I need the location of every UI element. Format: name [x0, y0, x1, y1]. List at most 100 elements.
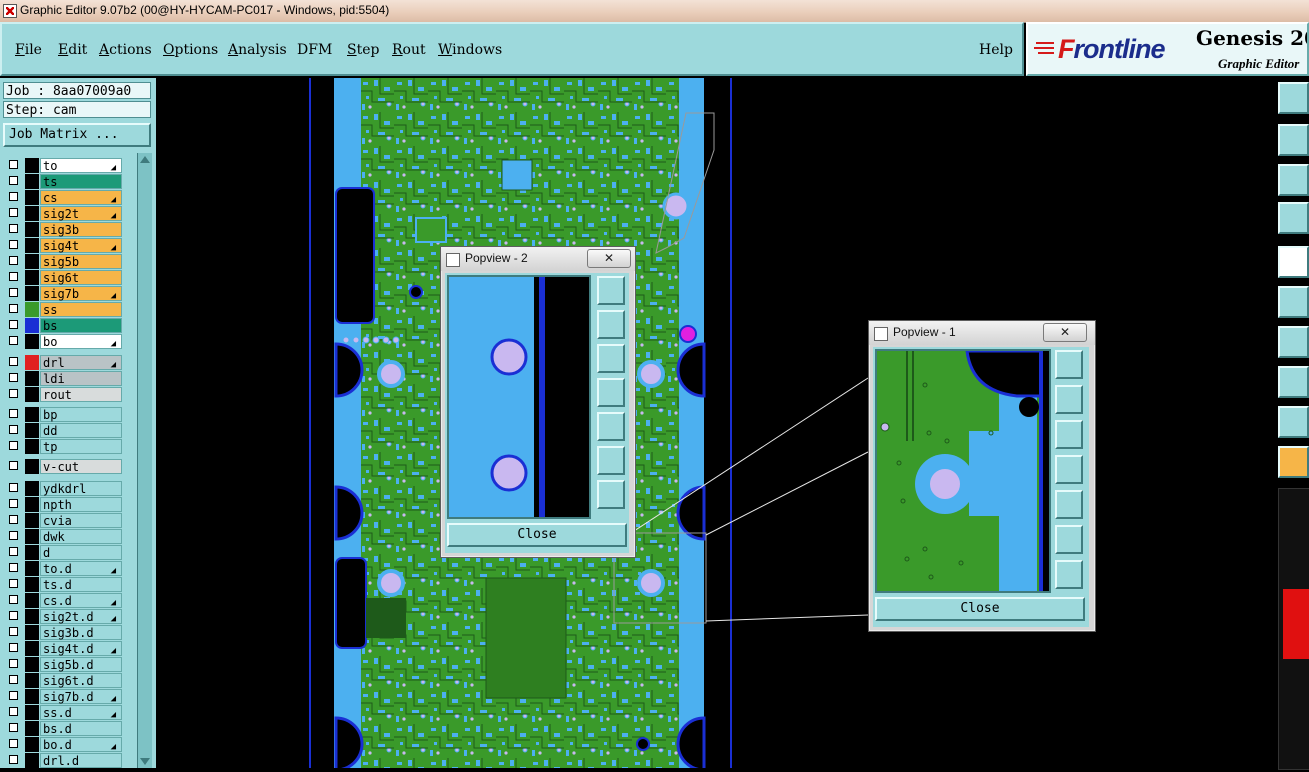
layer-checkbox[interactable] — [9, 357, 18, 366]
layer-checkbox[interactable] — [9, 208, 18, 217]
layer-row-dwk[interactable]: dwk — [4, 529, 126, 544]
menu-file[interactable]: File — [15, 42, 42, 58]
layer-row-sig5b.d[interactable]: sig5b.d — [4, 657, 126, 672]
popview-1-pan-down-icon[interactable] — [1055, 420, 1083, 449]
popview-1-zoom-in-icon[interactable] — [1055, 525, 1083, 554]
layer-checkbox[interactable] — [9, 256, 18, 265]
popview-2-pan-up-icon[interactable] — [597, 310, 625, 339]
layer-checkbox[interactable] — [9, 547, 18, 556]
popview-1-pan-up-icon[interactable] — [1055, 385, 1083, 414]
layer-row-ss[interactable]: ss — [4, 302, 126, 317]
layer-checkbox[interactable] — [9, 627, 18, 636]
feature-icon[interactable] — [1278, 366, 1309, 398]
copy-icon[interactable] — [1278, 124, 1309, 156]
layer-checkbox[interactable] — [9, 288, 18, 297]
layer-checkbox[interactable] — [9, 320, 18, 329]
layer-list-scrollbar[interactable] — [137, 153, 152, 768]
menu-dfm[interactable]: DFM — [297, 42, 332, 58]
layer-row-sig7b[interactable]: sig7b ◢ — [4, 286, 126, 301]
layer-checkbox[interactable] — [9, 461, 18, 470]
popview-2-pan-down-icon[interactable] — [597, 344, 625, 373]
layer-row-cs[interactable]: cs ◢ — [4, 190, 126, 205]
popview-1-zoom-fit-icon[interactable] — [1055, 350, 1083, 379]
menu-rout[interactable]: Rout — [392, 42, 426, 58]
resize-icon[interactable] — [1278, 164, 1309, 196]
popview-2-viewport[interactable] — [447, 275, 591, 519]
menu-edit[interactable]: Edit — [58, 42, 87, 58]
layer-checkbox[interactable] — [9, 499, 18, 508]
layer-checkbox[interactable] — [9, 707, 18, 716]
layer-row-bs.d[interactable]: bs.d — [4, 721, 126, 736]
layer-row-ts.d[interactable]: ts.d — [4, 577, 126, 592]
layer-row-npth[interactable]: npth — [4, 497, 126, 512]
layer-checkbox[interactable] — [9, 441, 18, 450]
mini-map[interactable] — [1278, 488, 1309, 770]
layer-row-sig6t[interactable]: sig6t — [4, 270, 126, 285]
layer-checkbox[interactable] — [9, 272, 18, 281]
layer-checkbox[interactable] — [9, 595, 18, 604]
popview-1-zoom-out-icon[interactable] — [1055, 560, 1083, 589]
layer-checkbox[interactable] — [9, 373, 18, 382]
layer-checkbox[interactable] — [9, 224, 18, 233]
job-matrix-button[interactable]: Job Matrix ... — [3, 123, 151, 147]
layer-checkbox[interactable] — [9, 176, 18, 185]
layer-checkbox[interactable] — [9, 531, 18, 540]
layer-row-sig6t.d[interactable]: sig6t.d — [4, 673, 126, 688]
layer-checkbox[interactable] — [9, 336, 18, 345]
layer-row-sig4t.d[interactable]: sig4t.d ◢ — [4, 641, 126, 656]
layer-row-sig3b[interactable]: sig3b — [4, 222, 126, 237]
layer-row-bo.d[interactable]: bo.d ◢ — [4, 737, 126, 752]
scroll-down-icon[interactable] — [140, 758, 150, 765]
popview-1-titlebar[interactable]: Popview - 1 ✕ — [869, 321, 1095, 345]
menu-actions[interactable]: Actions — [99, 42, 152, 58]
popview-1-viewport[interactable] — [875, 349, 1051, 593]
popview-1-pan-right-icon[interactable] — [1055, 490, 1083, 519]
layer-row-cvia[interactable]: cvia — [4, 513, 126, 528]
popview-1-pan-left-icon[interactable] — [1055, 455, 1083, 484]
popview-1-close-button[interactable]: Close — [875, 597, 1085, 621]
layer-checkbox[interactable] — [9, 515, 18, 524]
layer-row-sig5b[interactable]: sig5b — [4, 254, 126, 269]
layer-row-d[interactable]: d — [4, 545, 126, 560]
layer-checkbox[interactable] — [9, 643, 18, 652]
layer-checkbox[interactable] — [9, 389, 18, 398]
layer-row-rout[interactable]: rout — [4, 387, 126, 402]
layer-row-bp[interactable]: bp — [4, 407, 126, 422]
layer-row-sig2t[interactable]: sig2t ◢ — [4, 206, 126, 221]
layer-row-cs.d[interactable]: cs.d ◢ — [4, 593, 126, 608]
layer-checkbox[interactable] — [9, 579, 18, 588]
layer-checkbox[interactable] — [9, 691, 18, 700]
layer-checkbox[interactable] — [9, 240, 18, 249]
layer-checkbox[interactable] — [9, 192, 18, 201]
menu-analysis[interactable]: Analysis — [228, 42, 287, 58]
popview-2-close-button[interactable]: Close — [447, 523, 627, 547]
layer-row-sig3b.d[interactable]: sig3b.d — [4, 625, 126, 640]
layer-checkbox[interactable] — [9, 611, 18, 620]
layer-row-ts[interactable]: ts — [4, 174, 126, 189]
popview-1-close-icon[interactable]: ✕ — [1043, 323, 1087, 342]
layer-checkbox[interactable] — [9, 739, 18, 748]
angle-icon[interactable] — [1278, 326, 1309, 358]
layer-row-tp[interactable]: tp — [4, 439, 126, 454]
layer-checkbox[interactable] — [9, 483, 18, 492]
measure-icon[interactable] — [1278, 202, 1309, 234]
layer-row-ydkdrl[interactable]: ydkdrl — [4, 481, 126, 496]
layer-row-drl[interactable]: drl ◢ — [4, 355, 126, 370]
menu-step[interactable]: Step — [347, 42, 379, 58]
graphic-canvas[interactable] — [156, 78, 1276, 768]
popview-2-pan-right-icon[interactable] — [597, 412, 625, 441]
popview-2-pan-left-icon[interactable] — [597, 378, 625, 407]
layer-row-v-cut[interactable]: v-cut — [4, 459, 126, 474]
layer-checkbox[interactable] — [9, 659, 18, 668]
popview-2-zoom-fit-icon[interactable] — [597, 276, 625, 305]
layer-checkbox[interactable] — [9, 160, 18, 169]
layer-row-to[interactable]: to ◢ — [4, 158, 126, 173]
menu-windows[interactable]: Windows — [438, 42, 502, 58]
layer-row-sig2t.d[interactable]: sig2t.d ◢ — [4, 609, 126, 624]
select-arrow-icon[interactable] — [1278, 446, 1309, 478]
scroll-up-icon[interactable] — [140, 156, 150, 163]
layer-checkbox[interactable] — [9, 675, 18, 684]
layer-row-ldi[interactable]: ldi — [4, 371, 126, 386]
layer-checkbox[interactable] — [9, 563, 18, 572]
target-icon[interactable] — [1278, 246, 1309, 278]
